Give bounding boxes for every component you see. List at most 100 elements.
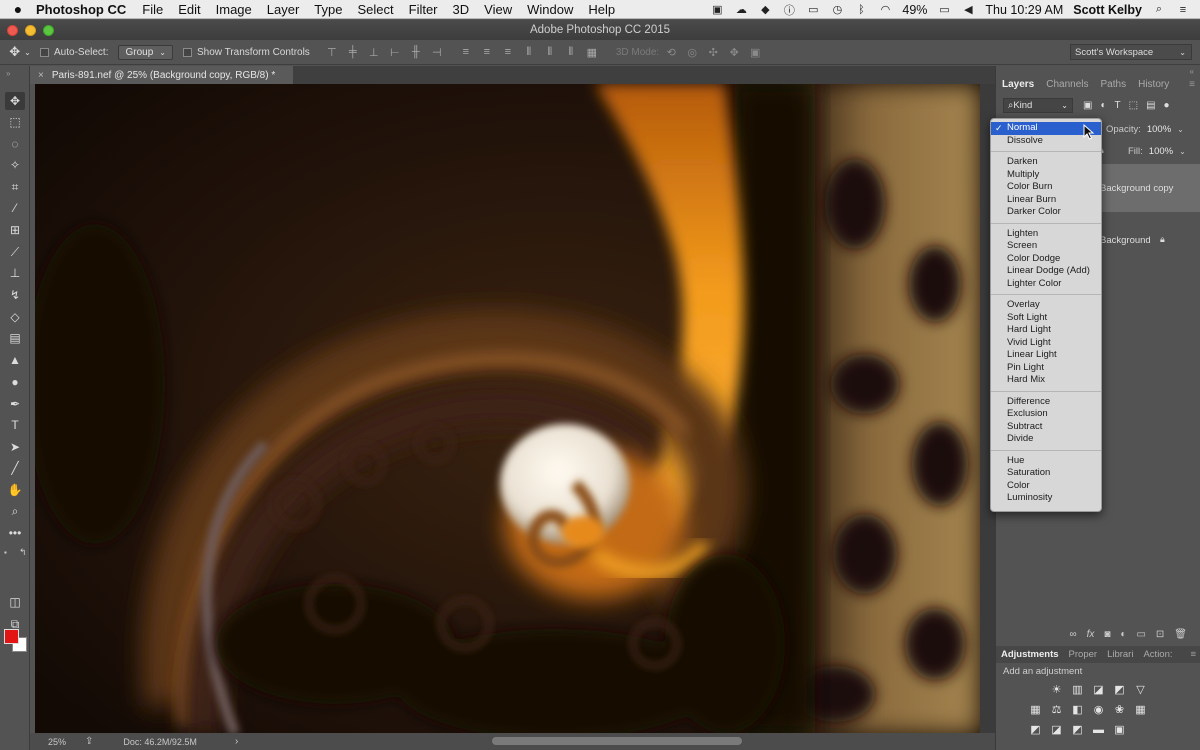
- history-brush-tool-icon[interactable]: ↯: [5, 286, 25, 304]
- blend-mode-option-color[interactable]: Color: [991, 480, 1101, 493]
- blend-mode-option-hard-light[interactable]: Hard Light: [991, 324, 1101, 337]
- distribute-center-icon[interactable]: ≡: [481, 46, 493, 59]
- auto-select-target-select[interactable]: Group ⌄: [118, 44, 173, 60]
- fill-control[interactable]: Fill: 100% ⌄: [1128, 144, 1196, 158]
- channel-mixer-icon[interactable]: ❀: [1110, 701, 1129, 718]
- align-vertical-center-icon[interactable]: ╪: [347, 46, 359, 59]
- gradient-tool-icon[interactable]: ▤: [5, 329, 25, 347]
- horizontal-scrollbar[interactable]: [492, 737, 742, 745]
- show-transform-option[interactable]: Show Transform Controls: [182, 47, 310, 58]
- minimize-window-button[interactable]: [25, 25, 36, 36]
- opacity-value[interactable]: 100%: [1147, 124, 1171, 135]
- screen-record-icon[interactable]: ▣: [710, 4, 724, 16]
- gradient-map-icon[interactable]: ▬: [1089, 721, 1108, 738]
- blend-mode-option-darker-color[interactable]: Darker Color: [991, 206, 1101, 219]
- menu-help[interactable]: Help: [588, 2, 615, 17]
- blend-mode-option-lighter-color[interactable]: Lighter Color: [991, 278, 1101, 291]
- 3d-slide-icon[interactable]: ✥: [728, 46, 740, 59]
- 3d-orbit-icon[interactable]: ⟲: [665, 46, 677, 59]
- menu-image[interactable]: Image: [216, 2, 252, 17]
- quick-mask-icon[interactable]: ◫: [5, 593, 25, 611]
- blend-mode-option-hue[interactable]: Hue: [991, 455, 1101, 468]
- align-horizontal-center-icon[interactable]: ╫: [410, 46, 422, 59]
- wifi-icon[interactable]: ◠: [878, 4, 892, 16]
- vibrance-icon[interactable]: ▽: [1131, 681, 1150, 698]
- time-machine-icon[interactable]: ◷: [830, 4, 844, 16]
- hue-saturation-icon[interactable]: ▦: [1026, 701, 1045, 718]
- brightness-contrast-icon[interactable]: ☀: [1047, 681, 1066, 698]
- menu-3d[interactable]: 3D: [453, 2, 470, 17]
- line-tool-icon[interactable]: ╱: [5, 459, 25, 477]
- blend-mode-option-pin-light[interactable]: Pin Light: [991, 362, 1101, 375]
- blend-mode-option-difference[interactable]: Difference: [991, 396, 1101, 409]
- blend-mode-option-exclusion[interactable]: Exclusion: [991, 408, 1101, 421]
- blend-mode-option-luminosity[interactable]: Luminosity: [991, 492, 1101, 505]
- document-canvas[interactable]: [35, 84, 980, 734]
- bluetooth-icon[interactable]: ᛒ: [854, 4, 868, 16]
- volume-icon[interactable]: ◀: [961, 4, 975, 16]
- zoom-window-button[interactable]: [43, 25, 54, 36]
- blend-mode-option-overlay[interactable]: Overlay: [991, 299, 1101, 312]
- blend-mode-option-lighten[interactable]: Lighten: [991, 228, 1101, 241]
- align-top-icon[interactable]: ⊤: [326, 46, 338, 59]
- blend-mode-option-divide[interactable]: Divide: [991, 433, 1101, 446]
- default-colors-icon[interactable]: ▪: [4, 548, 7, 557]
- photo-filter-icon[interactable]: ◉: [1089, 701, 1108, 718]
- filter-adjustment-icon[interactable]: ◐: [1100, 100, 1106, 111]
- filter-toggle-icon[interactable]: ●: [1164, 100, 1170, 111]
- distribute-top-icon[interactable]: ≡: [460, 46, 472, 59]
- menu-layer[interactable]: Layer: [267, 2, 300, 17]
- add-mask-icon[interactable]: ◙: [1104, 629, 1110, 640]
- battery-icon[interactable]: ▭: [937, 4, 951, 16]
- blend-mode-option-color-dodge[interactable]: Color Dodge: [991, 253, 1101, 266]
- 3d-roll-icon[interactable]: ◎: [686, 46, 698, 59]
- magic-wand-tool-icon[interactable]: ✧: [5, 156, 25, 174]
- hand-tool-icon[interactable]: ✋: [5, 481, 25, 499]
- menu-select[interactable]: Select: [357, 2, 393, 17]
- new-layer-icon[interactable]: ⊡: [1156, 629, 1164, 640]
- blend-mode-option-soft-light[interactable]: Soft Light: [991, 312, 1101, 325]
- blend-mode-option-color-burn[interactable]: Color Burn: [991, 181, 1101, 194]
- blend-mode-option-darken[interactable]: Darken: [991, 156, 1101, 169]
- filter-type-icon[interactable]: T: [1115, 100, 1121, 111]
- notification-center-icon[interactable]: ≡: [1176, 4, 1190, 16]
- path-selection-tool-icon[interactable]: ➤: [5, 438, 25, 456]
- menu-edit[interactable]: Edit: [178, 2, 200, 17]
- exposure-icon[interactable]: ◩: [1110, 681, 1129, 698]
- brush-tool-icon[interactable]: ⟋: [5, 243, 25, 261]
- zoom-tool-icon[interactable]: ⌕: [5, 502, 25, 520]
- align-bottom-icon[interactable]: ⊥: [368, 46, 380, 59]
- filter-shape-icon[interactable]: ⬚: [1129, 100, 1138, 111]
- link-layers-icon[interactable]: ∞: [1069, 629, 1076, 640]
- filter-smart-object-icon[interactable]: ▤: [1146, 100, 1155, 111]
- menu-window[interactable]: Window: [527, 2, 573, 17]
- type-tool-icon[interactable]: T: [5, 416, 25, 434]
- blend-mode-option-hard-mix[interactable]: Hard Mix: [991, 374, 1101, 387]
- align-right-icon[interactable]: ⊣: [431, 46, 443, 59]
- menu-type[interactable]: Type: [314, 2, 342, 17]
- info-icon[interactable]: ⓘ: [782, 4, 796, 17]
- eraser-tool-icon[interactable]: ◇: [5, 308, 25, 326]
- color-balance-icon[interactable]: ⚖: [1047, 701, 1066, 718]
- menu-file[interactable]: File: [142, 2, 163, 17]
- app-menu[interactable]: Photoshop CC: [36, 2, 126, 17]
- status-menu-arrow-icon[interactable]: ›: [235, 736, 238, 747]
- layer-style-fx-icon[interactable]: fx: [1087, 629, 1095, 640]
- tab-adjustments[interactable]: Adjustments: [996, 649, 1064, 660]
- swap-colors-icon[interactable]: ↰: [19, 547, 27, 558]
- tab-layers[interactable]: Layers: [996, 76, 1040, 92]
- show-transform-checkbox[interactable]: [182, 47, 192, 57]
- collapse-panel-icon[interactable]: »: [6, 69, 10, 78]
- crop-tool-icon[interactable]: ⌗: [5, 178, 25, 196]
- clock[interactable]: Thu 10:29 AM: [985, 3, 1063, 17]
- blend-mode-option-linear-dodge-add[interactable]: Linear Dodge (Add): [991, 265, 1101, 278]
- user-name[interactable]: Scott Kelby: [1073, 3, 1142, 17]
- curves-icon[interactable]: ◪: [1089, 681, 1108, 698]
- marquee-tool-icon[interactable]: ⬚: [5, 113, 25, 131]
- blend-mode-option-multiply[interactable]: Multiply: [991, 169, 1101, 182]
- spotlight-search-icon[interactable]: ⌕: [1152, 3, 1166, 16]
- filter-kind-select[interactable]: ⌕Kind ⌄: [1003, 97, 1073, 113]
- trash-icon[interactable]: 🗑︎: [1174, 629, 1187, 640]
- blend-mode-option-vivid-light[interactable]: Vivid Light: [991, 337, 1101, 350]
- airplay-icon[interactable]: ▭: [806, 4, 820, 16]
